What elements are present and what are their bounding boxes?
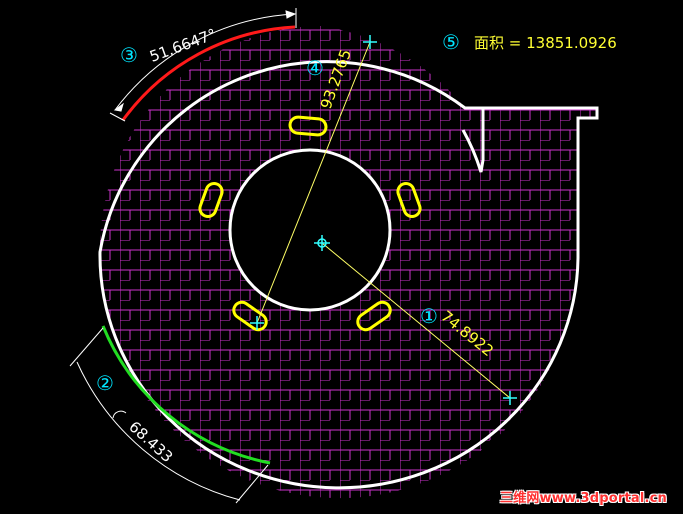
watermark: 三维网www.3dportal.cn: [499, 491, 667, 506]
callout-2: ②: [96, 371, 114, 395]
callout-4: ④: [306, 56, 324, 80]
callout-1: ①: [420, 304, 438, 328]
area-readout: 面积 = 13851.0926: [474, 34, 617, 52]
cad-drawing-canvas: ① ② ③ ④ ⑤ 74.8922 93.2765 51.6647° 68.43…: [0, 0, 683, 510]
callout-3: ③: [120, 43, 138, 67]
callout-5: ⑤: [442, 30, 460, 54]
